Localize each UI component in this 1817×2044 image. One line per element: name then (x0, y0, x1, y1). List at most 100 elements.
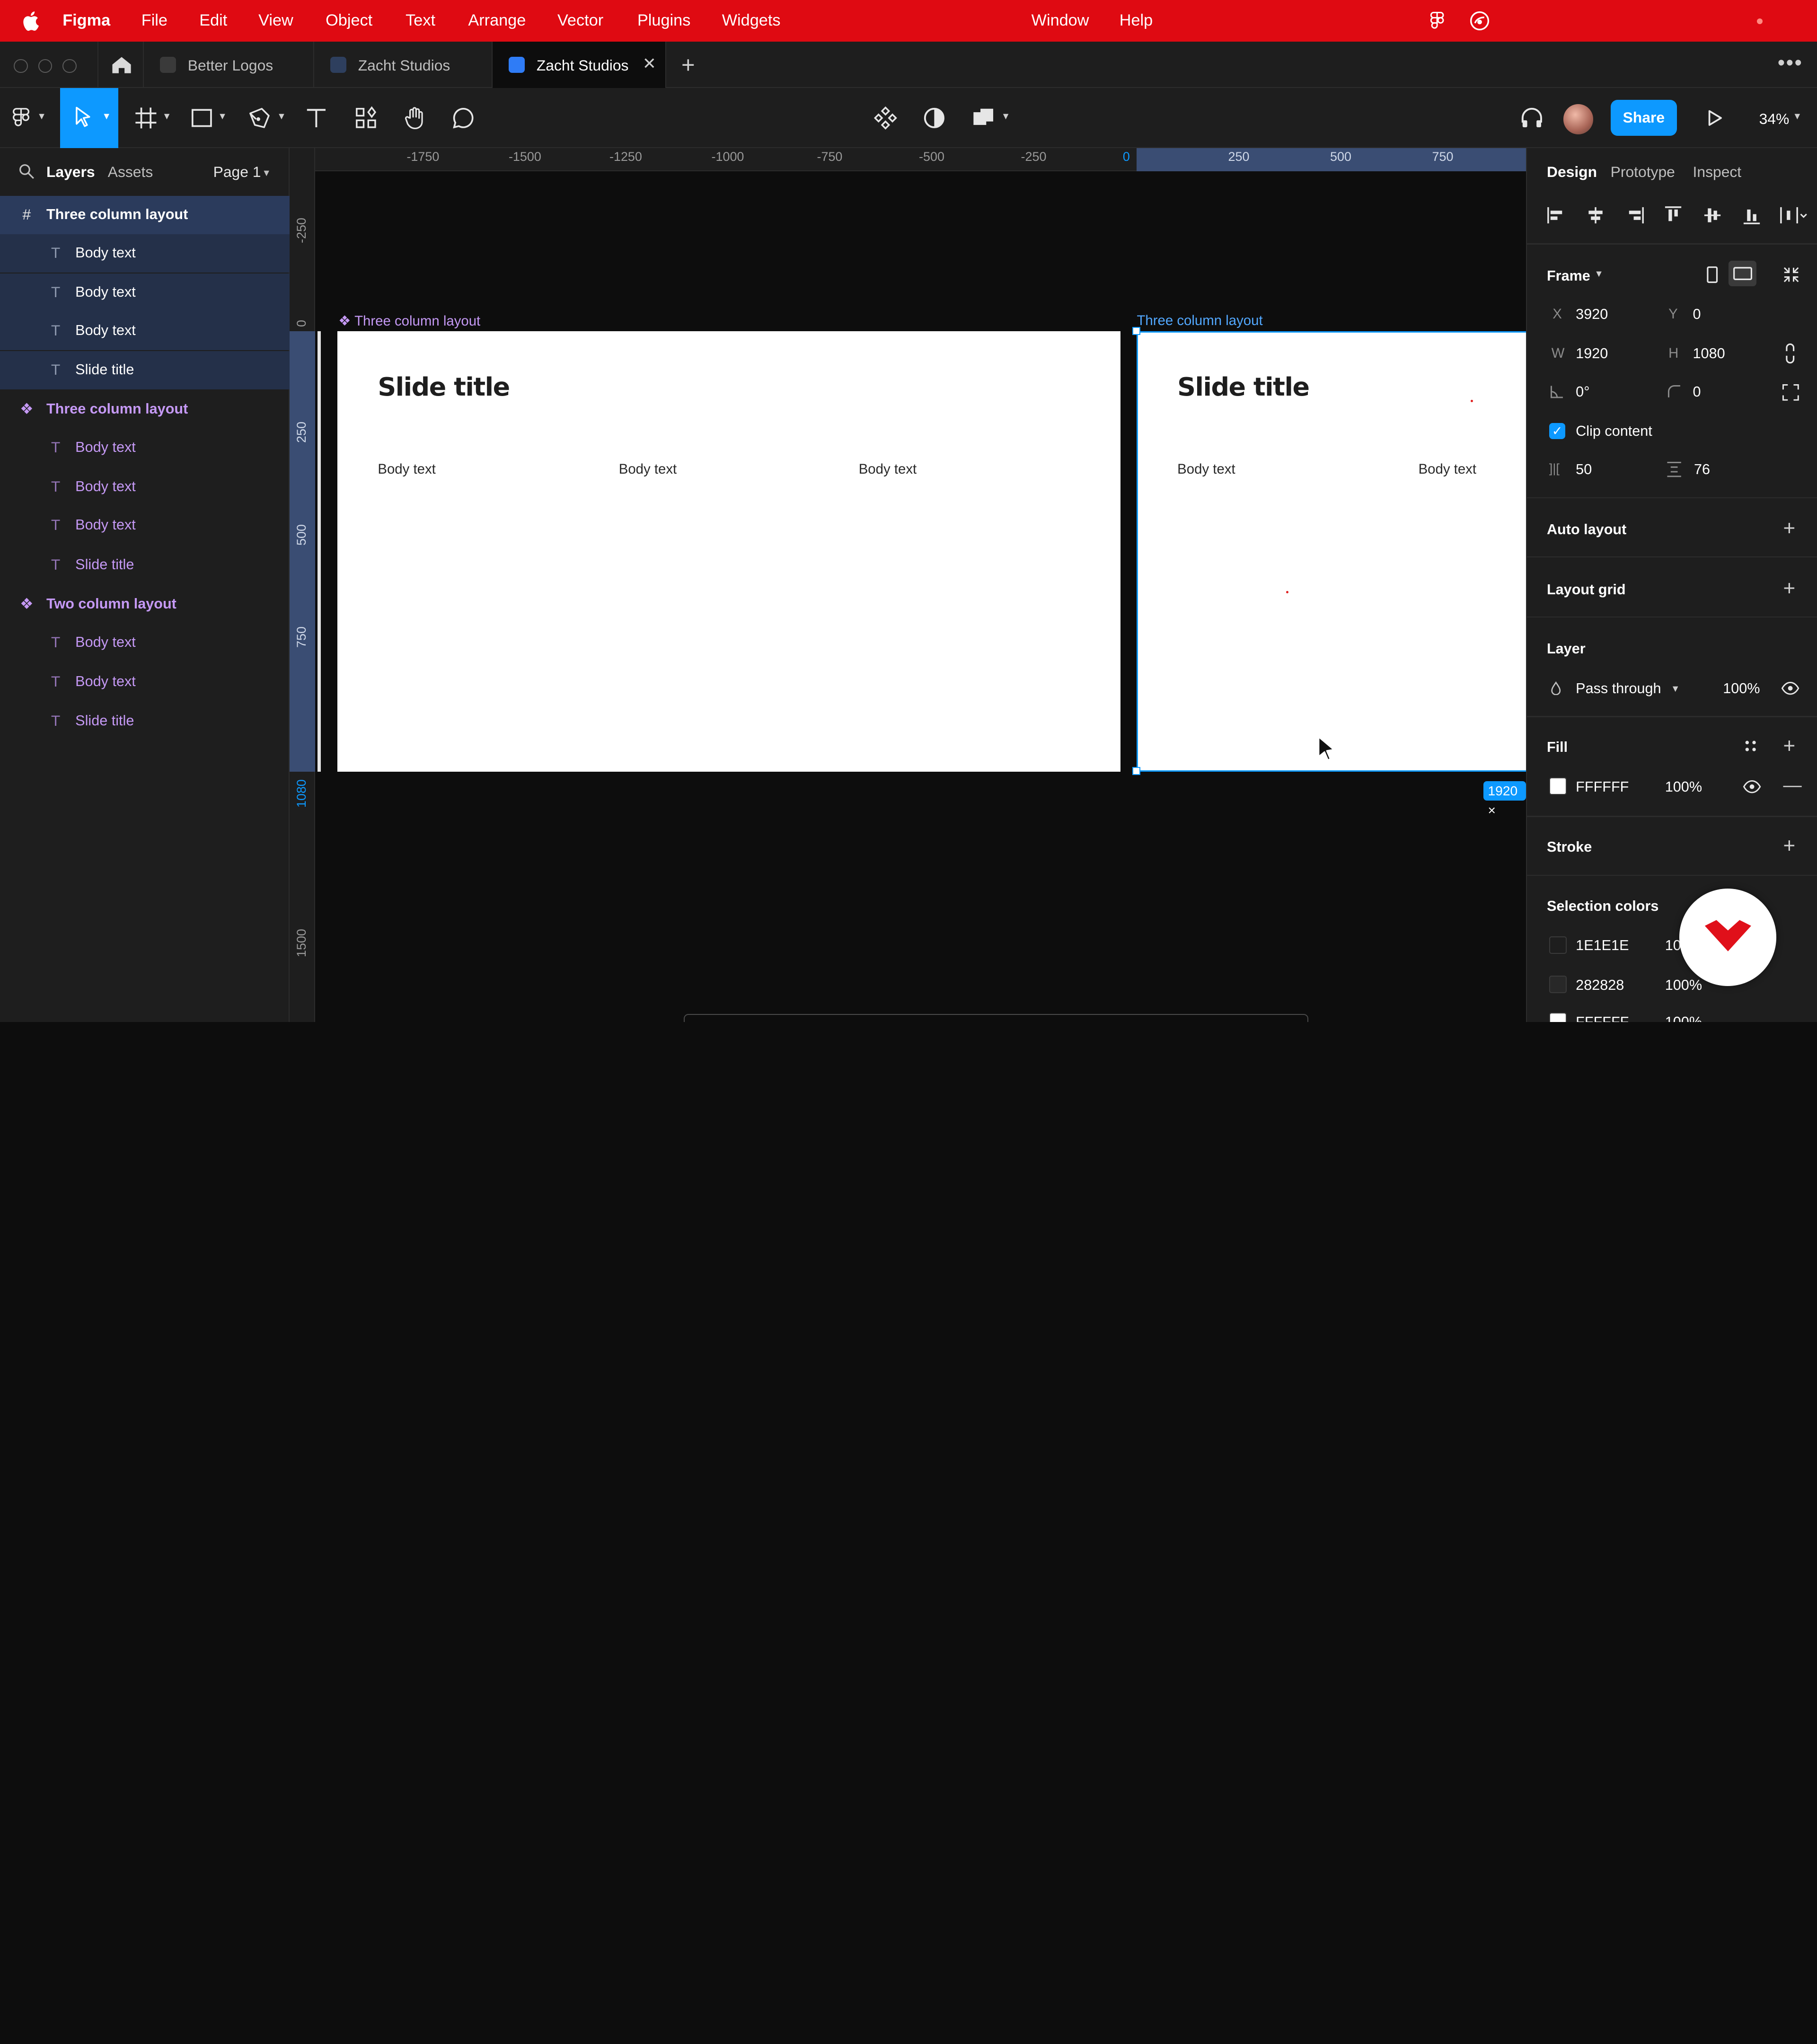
resize-to-fit-icon[interactable] (1782, 265, 1800, 284)
chevron-down-icon[interactable]: ▼ (1671, 684, 1680, 695)
constrain-proportions-icon[interactable] (1784, 343, 1796, 364)
chevron-down-icon[interactable]: ▼ (1001, 111, 1010, 122)
window-zoom-button[interactable] (62, 59, 77, 73)
main-menu-button[interactable] (9, 104, 37, 132)
layer-text[interactable]: T Body text (0, 273, 290, 312)
frame-section-title[interactable]: Frame (1547, 268, 1590, 284)
layer-text[interactable]: T Body text (0, 311, 290, 350)
menu-file[interactable]: File (141, 11, 168, 30)
independent-corners-icon[interactable] (1782, 384, 1799, 401)
align-left-icon[interactable] (1546, 205, 1567, 226)
eye-icon[interactable] (1743, 780, 1761, 793)
menu-object[interactable]: Object (326, 11, 372, 30)
align-top-icon[interactable] (1663, 205, 1684, 226)
selection-color-opacity[interactable]: 10 (1665, 937, 1681, 954)
audio-button[interactable] (1518, 104, 1546, 132)
menu-help[interactable]: Help (1120, 11, 1153, 30)
body-text[interactable]: Body text (378, 461, 435, 477)
chevron-down-icon[interactable]: ▼ (277, 111, 286, 122)
menu-arrange[interactable]: Arrange (468, 11, 526, 30)
distribute-icon[interactable] (1779, 205, 1809, 226)
align-bottom-icon[interactable] (1741, 205, 1762, 226)
menu-window[interactable]: Window (1032, 11, 1089, 30)
tab-layers[interactable]: Layers (46, 163, 95, 181)
frame-label-component[interactable]: ❖ Three column layout (338, 313, 480, 329)
layer-frame-three-column[interactable]: # Three column layout (0, 195, 290, 234)
menu-widgets[interactable]: Widgets (722, 11, 781, 30)
pen-tool-button[interactable] (246, 104, 273, 132)
chevron-down-icon[interactable]: ▼ (37, 111, 46, 122)
x-input[interactable]: 3920 (1576, 306, 1608, 323)
chevron-down-icon[interactable]: ▼ (218, 111, 227, 122)
stroke-section-title[interactable]: Stroke (1547, 839, 1592, 855)
align-right-icon[interactable] (1624, 205, 1645, 226)
menu-edit[interactable]: Edit (199, 11, 227, 30)
more-icon[interactable]: ••• (1778, 51, 1803, 75)
chevron-down-icon[interactable]: ▼ (1594, 269, 1603, 280)
slide-frame-three-column[interactable]: Slide title Body text Body text Body tex… (337, 331, 1121, 772)
layer-text[interactable]: T Body text (0, 468, 290, 506)
horizontal-spacing-input[interactable]: 50 (1576, 461, 1592, 478)
user-avatar[interactable] (1563, 104, 1594, 135)
component-button[interactable] (872, 104, 900, 132)
tab-zacht-studios[interactable]: Zacht Studios (314, 42, 493, 88)
slide-title[interactable]: Slide title (378, 372, 510, 402)
body-text[interactable]: Body text (1419, 461, 1476, 477)
layer-text[interactable]: T Body text (0, 234, 290, 273)
chevron-down-icon[interactable]: ▼ (262, 168, 271, 179)
resize-handle[interactable] (1132, 767, 1140, 775)
hand-tool-button[interactable] (401, 104, 429, 132)
layer-text[interactable]: T Body text (0, 663, 290, 701)
page-selector[interactable]: Page 1 (213, 163, 261, 181)
add-stroke-plus-icon[interactable]: + (1783, 835, 1796, 856)
zoom-level[interactable]: 34% (1759, 110, 1790, 128)
landscape-button[interactable] (1729, 261, 1757, 286)
search-icon[interactable] (18, 163, 35, 179)
new-tab-plus-icon[interactable]: + (681, 52, 695, 79)
styles-grid-icon[interactable] (1744, 739, 1757, 753)
fill-opacity-input[interactable]: 100% (1665, 779, 1702, 795)
eye-icon[interactable] (1781, 681, 1799, 695)
boolean-button[interactable] (970, 104, 998, 132)
layout-grid-title[interactable]: Layout grid (1547, 581, 1626, 598)
chevron-down-icon[interactable]: ▼ (1793, 111, 1802, 122)
chevron-down-icon[interactable]: ▼ (162, 111, 171, 122)
selection-color-opacity[interactable]: 100% (1665, 977, 1702, 994)
selection-color-opacity[interactable]: 100% (1665, 1014, 1702, 1022)
body-text[interactable]: Body text (1177, 461, 1235, 477)
screen-record-icon[interactable] (1469, 10, 1490, 31)
layer-opacity-input[interactable]: 100% (1723, 680, 1760, 697)
y-input[interactable]: 0 (1693, 306, 1701, 323)
body-text[interactable]: Body text (619, 461, 677, 477)
tab-prototype[interactable]: Prototype (1611, 163, 1675, 181)
tab-design[interactable]: Design (1547, 163, 1597, 181)
selection-color-hex[interactable]: 282828 (1576, 977, 1624, 994)
frame-tool-button[interactable] (132, 104, 160, 132)
height-input[interactable]: 1080 (1693, 345, 1725, 362)
comment-tool-button[interactable] (450, 104, 477, 132)
portrait-icon[interactable] (1705, 265, 1719, 284)
apple-icon[interactable] (21, 10, 39, 31)
move-tool-button[interactable]: ▼ (60, 88, 118, 149)
mask-button[interactable] (920, 104, 948, 132)
clip-content-checkbox[interactable]: ✓ (1549, 423, 1566, 440)
slide-title[interactable]: Slide title (1177, 372, 1310, 402)
menu-plugins[interactable]: Plugins (637, 11, 690, 30)
horizontal-scrollbar[interactable] (683, 1013, 1308, 1022)
tab-inspect[interactable]: Inspect (1693, 163, 1742, 181)
window-close-button[interactable] (14, 59, 28, 73)
layer-text[interactable]: T Slide title (0, 702, 290, 740)
fill-swatch[interactable] (1549, 777, 1567, 795)
selection-color-swatch[interactable] (1549, 1013, 1567, 1022)
selection-color-hex[interactable]: FFFFFF (1576, 1014, 1629, 1022)
layer-text[interactable]: T Body text (0, 506, 290, 545)
resources-tool-button[interactable] (352, 104, 380, 132)
layer-text[interactable]: T Body text (0, 624, 290, 662)
remove-fill-minus-icon[interactable]: — (1783, 775, 1802, 796)
figma-logo-icon[interactable] (1429, 11, 1445, 30)
menu-vector[interactable]: Vector (557, 11, 603, 30)
layer-text[interactable]: T Slide title (0, 351, 290, 389)
menu-app-name[interactable]: Figma (62, 11, 110, 30)
width-input[interactable]: 1920 (1576, 345, 1608, 362)
vertical-spacing-input[interactable]: 76 (1694, 461, 1710, 478)
